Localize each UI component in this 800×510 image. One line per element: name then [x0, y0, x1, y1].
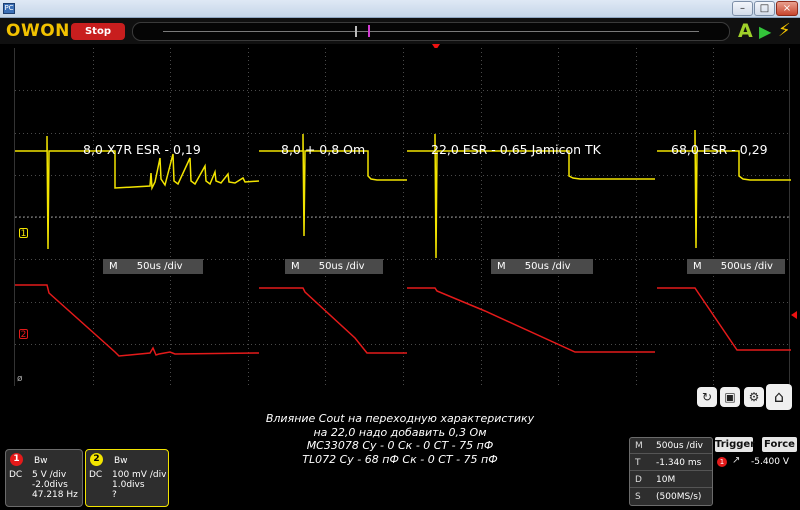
ch1-settings-box[interactable]: 1 Bw DC 5 V /div -2.0divs 47.218 Hz — [5, 449, 83, 507]
row-key: S — [635, 492, 641, 502]
toolbar: OWON Stop A ▶ ⚡ — [0, 18, 800, 44]
row-key: D — [635, 475, 642, 485]
row-key: T — [635, 458, 641, 468]
trace-2-timebase-badge: M 50us /div — [285, 259, 383, 274]
trigger-time-row: T -1.340 ms — [630, 455, 712, 471]
ch2-level-marker[interactable]: 2 — [19, 329, 28, 340]
run-icon[interactable]: ▶ — [759, 22, 771, 41]
window-titlebar: PC – □ × — [0, 0, 800, 18]
trigger-level-value: -5.400 V — [751, 457, 790, 467]
ch2-trace-2 — [259, 287, 407, 354]
ch2-number-badge: 2 — [90, 453, 103, 466]
save-icon[interactable]: ▣ — [720, 387, 740, 407]
ch1-frequency: 47.218 Hz — [32, 490, 78, 500]
depth-row: D 10M — [630, 472, 712, 488]
timebase-panel[interactable]: M 500us /div T -1.340 ms D 10M S (500MS/s) — [629, 437, 713, 506]
auto-set-icon[interactable]: A — [738, 20, 753, 42]
ch1-level-marker[interactable]: 1 — [19, 228, 28, 239]
row-value: 10M — [656, 475, 676, 485]
row-value: -1.340 ms — [656, 458, 702, 468]
lightning-icon[interactable]: ⚡ — [778, 20, 791, 41]
trigger-button[interactable]: Trigger — [715, 437, 755, 452]
timeline-window-marker[interactable] — [355, 26, 357, 37]
waveform-display — [15, 48, 791, 386]
trace-3-label: 22,0 ESR - 0,65 Jamicon TK — [431, 142, 601, 157]
trace-4-label: 68,0 ESR - 0,29 — [671, 142, 768, 157]
trace-4-timebase-badge: M 500us /div — [687, 259, 785, 274]
owon-logo: OWON — [6, 21, 70, 41]
ch1-offset: -2.0divs — [32, 480, 68, 490]
ch2-settings-box[interactable]: 2 Bw DC 100 mV /div 1.0divs ? — [85, 449, 169, 507]
timeline-trigger-marker[interactable] — [368, 25, 370, 37]
sample-rate-row: S (500MS/s) — [630, 489, 712, 505]
row-value: 500us /div — [656, 441, 704, 451]
trigger-source-icon: 1 — [717, 457, 727, 467]
ch2-trace-3 — [407, 287, 655, 353]
trace-3-timebase-badge: M 50us /div — [491, 259, 593, 274]
home-icon[interactable]: ⌂ — [766, 384, 792, 410]
gear-icon[interactable]: ⚙ — [744, 387, 764, 407]
trace-2-label: 8,0 + 0,8 Om — [281, 142, 366, 157]
ch1-coupling: DC — [9, 470, 23, 480]
cursor-icon[interactable]: ø — [17, 374, 23, 384]
stop-button[interactable]: Stop — [71, 23, 125, 40]
timebase-row: M 500us /div — [630, 438, 712, 454]
row-key: M — [635, 441, 643, 451]
note-line: на 22,0 надо добавить 0,3 Ом — [313, 425, 487, 439]
trigger-panel: Trigger Force 1 ↗ -5.400 V — [715, 437, 797, 469]
ch2-bandwidth: Bw — [114, 456, 128, 466]
refresh-icon[interactable]: ↻ — [697, 387, 717, 407]
note-line: TL072 Су - 68 пФ Ск - 0 СТ - 75 пФ — [302, 452, 498, 466]
ch2-offset: 1.0divs — [112, 480, 145, 490]
note-line: Влияние Cout на переходную характеристик… — [265, 412, 535, 425]
annotation-note: Влияние Cout на переходную характеристик… — [220, 412, 580, 466]
ch2-volts-per-div: 100 mV /div — [112, 470, 167, 480]
trace-1-label: 8,0 X7R ESR - 0,19 — [83, 142, 201, 157]
force-button[interactable]: Force — [762, 437, 797, 452]
ch2-trace-1 — [15, 284, 260, 357]
close-button[interactable]: × — [776, 1, 798, 16]
ch2-trace-4 — [657, 287, 791, 351]
ch1-number-badge: 1 — [10, 453, 23, 466]
ch2-coupling: DC — [89, 470, 103, 480]
scope-screen[interactable]: 1 2 8,0 X7R ESR - 0,19 8,0 + 0,8 Om 22,0… — [14, 48, 791, 386]
ch2-frequency: ? — [112, 490, 117, 500]
timeline-overview-bar[interactable] — [132, 22, 730, 41]
app-icon: PC — [3, 3, 15, 14]
trigger-level-icon[interactable] — [791, 311, 797, 319]
trace-1-timebase-badge: M 50us /div — [103, 259, 203, 274]
maximize-button[interactable]: □ — [754, 1, 775, 16]
minimize-button[interactable]: – — [732, 1, 753, 16]
ch1-volts-per-div: 5 V /div — [32, 470, 67, 480]
ch1-bandwidth: Bw — [34, 456, 48, 466]
row-value: (500MS/s) — [656, 492, 702, 502]
timeline-track — [163, 31, 699, 32]
note-line: MC33078 Су - 0 Ск - 0 СТ - 75 пФ — [306, 439, 494, 453]
rising-edge-icon: ↗ — [732, 455, 741, 466]
